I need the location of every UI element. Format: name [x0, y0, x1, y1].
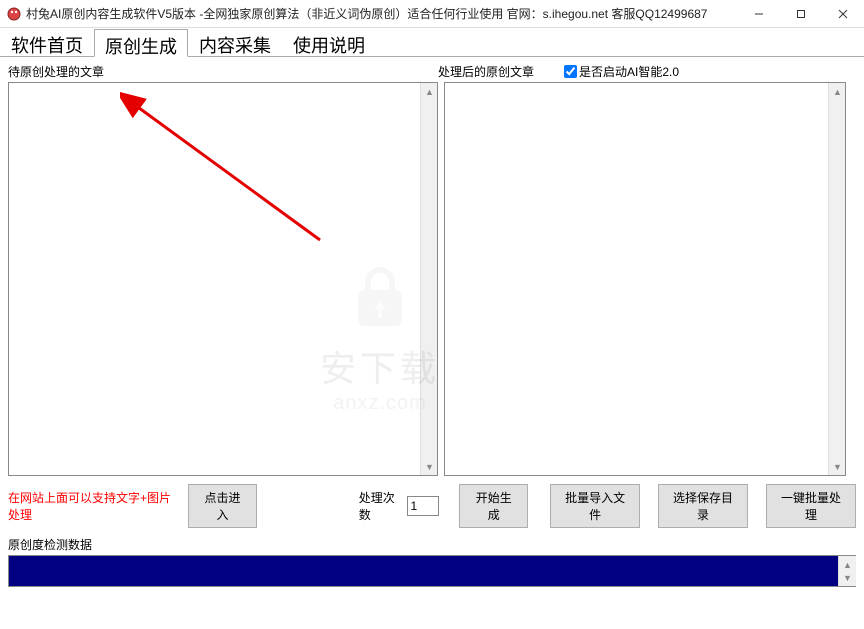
ai-checkbox-label: 是否启动AI智能2.0	[579, 63, 679, 80]
save-dir-button[interactable]: 选择保存目录	[658, 484, 748, 528]
import-button[interactable]: 批量导入文件	[550, 484, 640, 528]
scroll-up-icon[interactable]: ▲	[829, 83, 846, 100]
scroll-down-icon[interactable]: ▼	[839, 569, 856, 586]
hint-text: 在网站上面可以支持文字+图片处理	[8, 489, 174, 523]
scroll-up-icon[interactable]: ▲	[421, 83, 438, 100]
scrollbar[interactable]: ▲ ▼	[838, 556, 855, 586]
ai-checkbox[interactable]	[564, 65, 577, 78]
minimize-button[interactable]	[738, 0, 780, 27]
scroll-down-icon[interactable]: ▼	[829, 458, 846, 475]
enter-button[interactable]: 点击进入	[188, 484, 257, 528]
left-panel-label: 待原创处理的文章	[8, 63, 438, 80]
detect-label: 原创度检测数据	[8, 536, 864, 553]
scrollbar[interactable]: ▲ ▼	[420, 83, 437, 475]
tab-help[interactable]: 使用说明	[282, 28, 376, 56]
tab-bar: 软件首页 原创生成 内容采集 使用说明	[0, 28, 864, 57]
tab-collect[interactable]: 内容采集	[188, 28, 282, 56]
scroll-down-icon[interactable]: ▼	[421, 458, 438, 475]
close-button[interactable]	[822, 0, 864, 27]
tab-generate[interactable]: 原创生成	[94, 29, 188, 57]
app-icon	[6, 6, 22, 22]
batch-button[interactable]: 一键批量处理	[766, 484, 856, 528]
window-title: 村兔AI原创内容生成软件V5版本 -全网独家原创算法（非近义词伪原创）适合任何行…	[26, 5, 738, 22]
ai-checkbox-wrap[interactable]: 是否启动AI智能2.0	[564, 63, 679, 80]
scrollbar[interactable]: ▲ ▼	[828, 83, 845, 475]
window-controls	[738, 0, 864, 27]
input-article-box: ▲ ▼	[8, 82, 438, 476]
start-button[interactable]: 开始生成	[459, 484, 528, 528]
maximize-button[interactable]	[780, 0, 822, 27]
output-article-box: ▲ ▼	[444, 82, 846, 476]
detect-data-bar: ▲ ▼	[8, 555, 856, 587]
titlebar: 村兔AI原创内容生成软件V5版本 -全网独家原创算法（非近义词伪原创）适合任何行…	[0, 0, 864, 28]
tab-home[interactable]: 软件首页	[0, 28, 94, 56]
count-label: 处理次数	[359, 489, 402, 523]
output-article-textarea[interactable]	[445, 83, 828, 475]
input-article-textarea[interactable]	[9, 83, 420, 475]
right-panel-label: 处理后的原创文章	[438, 63, 534, 80]
count-input[interactable]	[407, 496, 439, 516]
